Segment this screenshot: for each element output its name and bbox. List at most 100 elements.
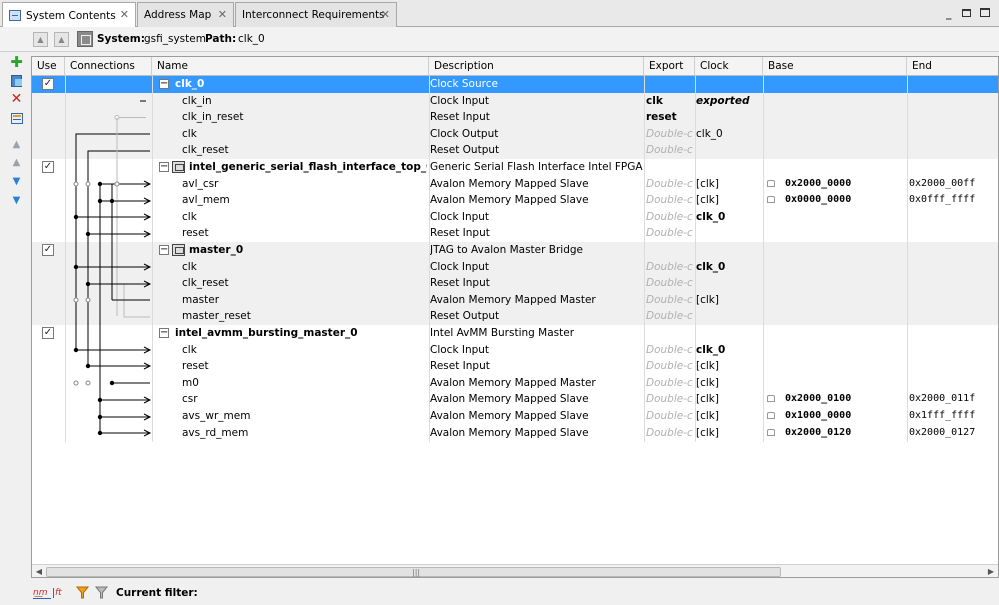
move-to-top-icon[interactable]: ▲: [9, 137, 24, 152]
go-up-button[interactable]: ▲: [54, 32, 69, 47]
horizontal-scrollbar[interactable]: ◀ ||| ▶: [32, 564, 998, 577]
interface-row[interactable]: m0 Avalon Memory Mapped Master Double-c [cl…: [32, 375, 998, 392]
collapse-icon[interactable]: −: [159, 79, 169, 89]
filter-ports-icon[interactable]: ft: [53, 586, 67, 601]
interface-name[interactable]: master_reset: [182, 308, 427, 325]
interface-row[interactable]: csr Avalon Memory Mapped Slave Double-c [cl…: [32, 391, 998, 408]
export-cell[interactable]: Double-c: [646, 358, 694, 375]
interface-row[interactable]: clk_reset Reset Output Double-c: [32, 142, 998, 159]
interface-name[interactable]: avl_mem: [182, 192, 427, 209]
column-header-base[interactable]: Base: [763, 57, 907, 76]
collapse-icon[interactable]: −: [159, 245, 169, 255]
export-cell[interactable]: Double-c: [646, 425, 694, 442]
export-cell[interactable]: Double-c: [646, 142, 694, 159]
export-cell[interactable]: [646, 76, 694, 93]
component-row[interactable]: ✓ − clk_0 Clock Source: [32, 76, 998, 93]
interface-row[interactable]: avs_rd_mem Avalon Memory Mapped Slave Doub…: [32, 425, 998, 442]
go-top-button[interactable]: ▲: [33, 32, 48, 47]
clock-cell[interactable]: [clk]: [696, 292, 762, 309]
clock-cell[interactable]: [clk]: [696, 408, 762, 425]
clock-cell[interactable]: [clk]: [696, 391, 762, 408]
export-cell[interactable]: [646, 325, 694, 342]
clock-cell[interactable]: [clk]: [696, 425, 762, 442]
close-tab-icon[interactable]: ✕: [218, 9, 227, 20]
lock-icon[interactable]: [767, 412, 775, 419]
interface-row[interactable]: clk_in_reset Reset Input reset: [32, 109, 998, 126]
collapse-icon[interactable]: −: [159, 328, 169, 338]
clock-cell[interactable]: [clk]: [696, 375, 762, 392]
clock-cell[interactable]: [clk]: [696, 358, 762, 375]
export-cell[interactable]: Double-c: [646, 391, 694, 408]
clock-cell[interactable]: [696, 109, 762, 126]
interface-name[interactable]: clk: [182, 126, 427, 143]
interface-row[interactable]: clk Clock Input Double-c clk_0: [32, 342, 998, 359]
interface-row[interactable]: clk Clock Input Double-c clk_0: [32, 209, 998, 226]
clock-cell[interactable]: [696, 76, 762, 93]
interface-name[interactable]: reset: [182, 225, 427, 242]
lock-icon[interactable]: [767, 395, 775, 403]
component-name[interactable]: intel_avmm_bursting_master_0: [175, 325, 427, 342]
export-cell[interactable]: Double-c: [646, 408, 694, 425]
interface-name[interactable]: clk_reset: [182, 275, 427, 292]
filter-names-icon[interactable]: n͟m: [33, 586, 51, 601]
export-cell[interactable]: reset: [646, 109, 694, 126]
lock-icon[interactable]: [767, 196, 775, 204]
export-cell[interactable]: Double-c: [646, 308, 694, 325]
tab-interconnect-requirements[interactable]: Interconnect Requirements ✕: [235, 2, 397, 27]
clock-cell[interactable]: [clk]: [696, 176, 762, 193]
interface-name[interactable]: avs_wr_mem: [182, 408, 427, 425]
lock-icon[interactable]: [767, 428, 775, 436]
column-header-clock[interactable]: Clock: [695, 57, 763, 76]
column-header-export[interactable]: Export: [644, 57, 695, 76]
clock-cell[interactable]: [696, 159, 762, 176]
interface-name[interactable]: clk_reset: [182, 142, 427, 159]
clock-cell[interactable]: [696, 142, 762, 159]
clear-filter-icon[interactable]: [94, 586, 109, 601]
clock-cell[interactable]: [clk]: [696, 192, 762, 209]
maximize-window-icon[interactable]: [980, 8, 990, 19]
component-row[interactable]: ✓ − intel_generic_serial_flash_interface_t…: [32, 159, 998, 176]
interface-row[interactable]: avl_csr Avalon Memory Mapped Slave Double-…: [32, 176, 998, 193]
clock-cell[interactable]: clk_0: [696, 259, 762, 276]
filter-funnel-icon[interactable]: [75, 586, 90, 601]
interface-row[interactable]: clk_in Clock Input clk exported: [32, 92, 998, 110]
interface-row[interactable]: master_reset Reset Output Double-c: [32, 308, 998, 325]
move-up-icon[interactable]: ▲: [9, 155, 24, 170]
interface-name[interactable]: clk_in: [182, 93, 427, 110]
base-address-cell[interactable]: 0x2000_0120: [785, 425, 905, 442]
add-component-icon[interactable]: ✚: [9, 55, 24, 70]
base-address-cell[interactable]: 0x2000_0000: [785, 176, 905, 193]
tab-system-contents[interactable]: System Contents ✕: [2, 2, 136, 28]
interface-row[interactable]: avs_wr_mem Avalon Memory Mapped Slave Doub…: [32, 408, 998, 425]
interface-row[interactable]: avl_mem Avalon Memory Mapped Slave Double-…: [32, 192, 998, 209]
column-header-connections[interactable]: Connections: [65, 57, 152, 76]
interface-name[interactable]: m0: [182, 375, 427, 392]
component-name[interactable]: master_0: [189, 242, 427, 259]
component-name[interactable]: intel_generic_serial_flash_interface_top…: [189, 159, 427, 176]
export-cell[interactable]: Double-c: [646, 225, 694, 242]
base-address-cell[interactable]: 0x2000_0100: [785, 391, 905, 408]
base-address-cell[interactable]: 0x1000_0000: [785, 408, 905, 425]
export-cell[interactable]: Double-c: [646, 292, 694, 309]
interface-name[interactable]: clk: [182, 342, 427, 359]
scroll-left-icon[interactable]: ◀: [33, 566, 45, 577]
minimize-icon[interactable]: _: [946, 8, 952, 19]
export-cell[interactable]: [646, 242, 694, 259]
column-header-end[interactable]: End: [907, 57, 998, 76]
connections-diagram[interactable]: [32, 76, 152, 446]
export-cell[interactable]: Double-c: [646, 126, 694, 143]
interface-name[interactable]: clk_in_reset: [182, 109, 427, 126]
scrollbar-thumb[interactable]: |||: [46, 567, 781, 577]
interface-name[interactable]: avl_csr: [182, 176, 427, 193]
export-cell[interactable]: [646, 159, 694, 176]
export-cell[interactable]: Double-c: [646, 209, 694, 226]
interface-row[interactable]: reset Reset Input Double-c: [32, 225, 998, 242]
interface-row[interactable]: clk_reset Reset Input Double-c: [32, 275, 998, 292]
export-cell[interactable]: clk: [646, 93, 694, 110]
clock-cell[interactable]: [696, 225, 762, 242]
export-cell[interactable]: Double-c: [646, 342, 694, 359]
base-address-cell[interactable]: 0x0000_0000: [785, 192, 905, 209]
component-name[interactable]: clk_0: [175, 76, 427, 93]
clock-cell[interactable]: [696, 275, 762, 292]
lock-icon[interactable]: [767, 179, 775, 187]
